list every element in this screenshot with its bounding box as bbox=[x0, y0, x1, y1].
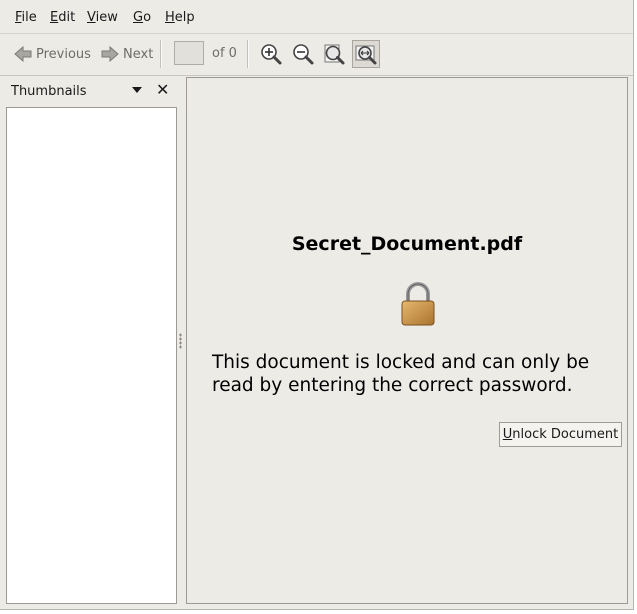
document-view: Secret_Document.pdf This document is loc… bbox=[186, 77, 628, 604]
chevron-down-icon[interactable] bbox=[132, 87, 142, 93]
zoom-in-icon bbox=[261, 44, 282, 65]
pane-resize-handle[interactable] bbox=[179, 333, 182, 349]
document-viewer-window: File Edit View Go Help Previous Next of … bbox=[0, 0, 634, 610]
toolbar: Previous Next of 0 bbox=[0, 33, 633, 76]
best-fit-icon bbox=[324, 44, 345, 65]
unlock-mnemonic: U bbox=[502, 427, 513, 442]
document-filename: Secret_Document.pdf bbox=[291, 233, 523, 255]
locked-message: This document is locked and can only be … bbox=[212, 351, 632, 397]
menu-bar: File Edit View Go Help bbox=[0, 6, 633, 30]
sidebar-header: Thumbnails ✕ bbox=[5, 77, 177, 105]
previous-label: Previous bbox=[36, 46, 91, 62]
menu-file[interactable]: File bbox=[15, 10, 37, 25]
sidebar-title: Thumbnails bbox=[11, 84, 87, 99]
menu-edit[interactable]: Edit bbox=[50, 10, 75, 25]
menu-help[interactable]: Help bbox=[165, 10, 195, 25]
unlock-label: nlock Document bbox=[512, 427, 619, 442]
toolbar-separator bbox=[160, 40, 162, 68]
fit-width-icon bbox=[355, 45, 377, 65]
close-icon[interactable]: ✕ bbox=[156, 80, 169, 99]
previous-button[interactable]: Previous bbox=[14, 42, 91, 66]
zoom-in-button[interactable] bbox=[257, 40, 285, 68]
next-label: Next bbox=[123, 46, 154, 62]
locked-message-line1: This document is locked and can only be bbox=[212, 352, 590, 373]
unlock-document-button[interactable]: Unlock Document bbox=[499, 422, 622, 447]
page-number-input[interactable] bbox=[174, 41, 204, 65]
padlock-icon bbox=[401, 282, 435, 326]
best-fit-button[interactable] bbox=[320, 40, 348, 68]
toolbar-separator bbox=[247, 40, 249, 68]
locked-message-line2: read by entering the correct password. bbox=[212, 375, 573, 396]
next-button[interactable]: Next bbox=[101, 42, 153, 66]
menu-view[interactable]: View bbox=[87, 10, 118, 25]
zoom-out-button[interactable] bbox=[289, 40, 317, 68]
page-count-label: of 0 bbox=[212, 46, 237, 61]
arrow-right-icon bbox=[101, 46, 119, 62]
fit-width-button[interactable] bbox=[352, 40, 380, 68]
arrow-left-icon bbox=[14, 46, 32, 62]
zoom-out-icon bbox=[293, 44, 314, 65]
menu-go[interactable]: Go bbox=[133, 10, 151, 25]
thumbnails-pane[interactable] bbox=[6, 107, 177, 604]
